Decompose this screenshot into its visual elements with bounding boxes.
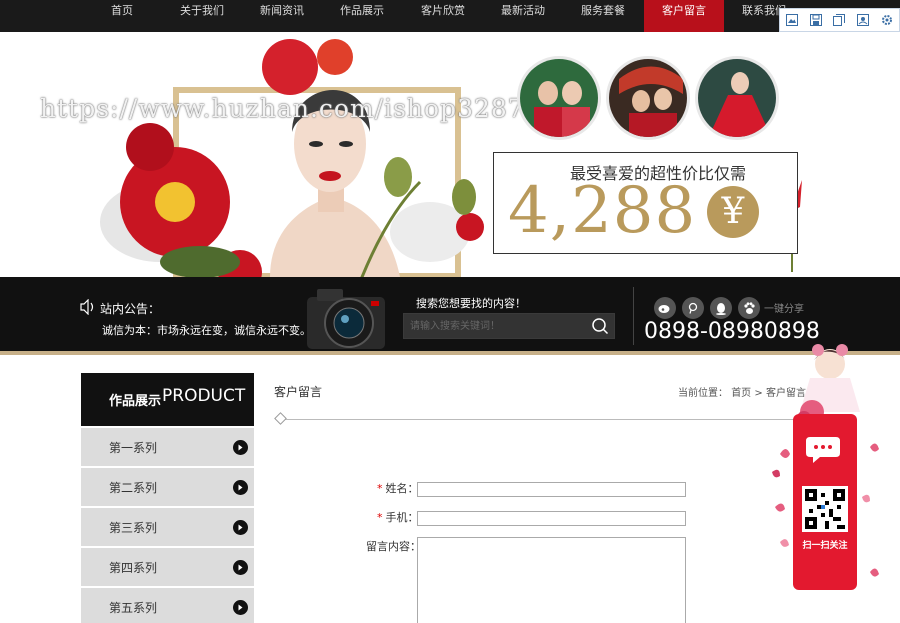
- copy-icon[interactable]: [832, 13, 846, 27]
- info-bar: 站内公告： 诚信为本：市场永远在变，诚信永远不变。 搜索您想要找的内容！ 一键分…: [0, 277, 900, 355]
- nav-item-home[interactable]: 首页: [82, 0, 162, 32]
- name-label: * 姓名：: [377, 482, 419, 495]
- qr-code: [802, 486, 848, 532]
- sidebar-item-series-1[interactable]: 第一系列: [81, 428, 254, 466]
- nav-item-packages[interactable]: 服务套餐: [563, 0, 643, 32]
- top-nav: 首页 关于我们 新闻资讯 作品展示 客片欣赏 最新活动 服务套餐 客户留言 联系…: [0, 0, 900, 32]
- camera-icon: [305, 283, 387, 353]
- nav-item-works[interactable]: 作品展示: [322, 0, 402, 32]
- breadcrumb-home[interactable]: 首页: [731, 388, 751, 399]
- sidebar-item-label: 第四系列: [109, 561, 158, 575]
- price-value: 4,288: [508, 174, 697, 248]
- sidebar-title-en: PRODUCT: [162, 386, 246, 406]
- chat-icon[interactable]: [806, 434, 844, 466]
- screenshot-icon[interactable]: [856, 13, 870, 27]
- yuan-badge: ¥: [707, 186, 759, 238]
- nav-item-gallery[interactable]: 客片欣赏: [403, 0, 483, 32]
- chevron-right-icon: [233, 520, 248, 535]
- sidebar-item-series-4[interactable]: 第四系列: [81, 548, 254, 586]
- follow-panel[interactable]: 扫一扫关注: [793, 414, 857, 590]
- message-label: 留言内容：: [366, 540, 421, 553]
- title-divider: [280, 419, 800, 420]
- qr-label: 扫一扫关注: [802, 541, 848, 551]
- name-field[interactable]: [417, 482, 686, 497]
- qq-icon[interactable]: [710, 297, 732, 319]
- couple-photo-1: [517, 56, 601, 140]
- couple-photo-2: [606, 56, 690, 140]
- message-field[interactable]: [417, 537, 686, 623]
- sidebar-item-label: 第一系列: [109, 441, 158, 455]
- image-icon[interactable]: [785, 13, 799, 27]
- phone-field[interactable]: [417, 511, 686, 526]
- search-box: [403, 313, 615, 339]
- tencent-weibo-icon[interactable]: [682, 297, 704, 319]
- search-icon[interactable]: [588, 315, 612, 337]
- chevron-right-icon: [233, 560, 248, 575]
- speaker-icon: [80, 298, 96, 316]
- sidebar-item-label: 第三系列: [109, 521, 158, 535]
- breadcrumb-prefix: 当前位置：: [678, 388, 728, 399]
- bride-photo: [695, 56, 779, 140]
- search-title: 搜索您想要找的内容！: [416, 297, 526, 310]
- weibo-icon[interactable]: [654, 297, 676, 319]
- phone-label: * 手机：: [377, 511, 419, 524]
- chevron-right-icon: [233, 600, 248, 615]
- sidebar-item-label: 第二系列: [109, 481, 158, 495]
- nav-item-about[interactable]: 关于我们: [162, 0, 242, 32]
- diamond-ornament: [274, 412, 287, 425]
- nav-item-events[interactable]: 最新活动: [483, 0, 563, 32]
- settings-icon[interactable]: [880, 13, 894, 27]
- sidebar-item-series-5[interactable]: 第五系列: [81, 588, 254, 623]
- price-box: 最受喜爱的超性价比仅需 4,288 ¥: [493, 152, 798, 254]
- sidebar-title-cn: 作品展示: [109, 394, 162, 409]
- search-input[interactable]: [410, 314, 586, 338]
- breadcrumb-separator: >: [754, 388, 763, 399]
- sidebar: 作品展示 PRODUCT 第一系列 第二系列 第三系列 第四系列 第五系列: [81, 373, 254, 623]
- notice-title: 站内公告：: [100, 302, 161, 316]
- follow-widget[interactable]: 扫一扫关注: [770, 342, 890, 602]
- chevron-right-icon: [233, 480, 248, 495]
- chevron-right-icon: [233, 440, 248, 455]
- sidebar-title: 作品展示 PRODUCT: [81, 373, 254, 426]
- save-icon[interactable]: [809, 13, 823, 27]
- browser-toolbar: [779, 8, 900, 32]
- sidebar-item-label: 第五系列: [109, 601, 158, 615]
- page-title: 客户留言: [274, 385, 323, 399]
- notice-text: 诚信为本：市场永远在变，诚信永远不变。: [102, 324, 311, 337]
- watermark-url: https://www.huzhan.com/ishop32877: [40, 94, 542, 123]
- share-label[interactable]: 一键分享: [764, 300, 804, 315]
- phone-number: 0898-08980898: [644, 319, 820, 344]
- baidu-icon[interactable]: [738, 297, 760, 319]
- sidebar-item-series-3[interactable]: 第三系列: [81, 508, 254, 546]
- sidebar-item-series-2[interactable]: 第二系列: [81, 468, 254, 506]
- nav-item-news[interactable]: 新闻资讯: [242, 0, 322, 32]
- hero-banner: https://www.huzhan.com/ishop32877 最受喜爱的超…: [0, 32, 900, 277]
- divider: [633, 287, 634, 345]
- nav-item-guestbook[interactable]: 客户留言: [644, 0, 724, 32]
- page: 首页 关于我们 新闻资讯 作品展示 客片欣赏 最新活动 服务套餐 客户留言 联系…: [0, 0, 900, 623]
